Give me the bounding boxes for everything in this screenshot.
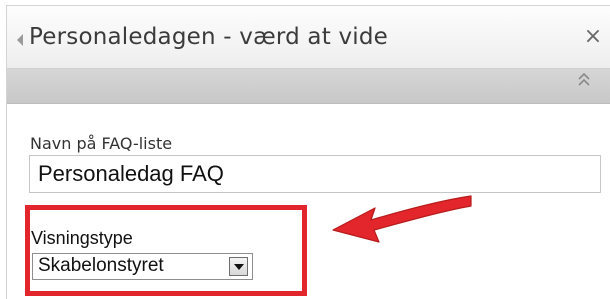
highlight-box	[25, 205, 307, 296]
faq-name-label: Navn på FAQ-liste	[30, 134, 173, 153]
section-bar	[7, 69, 610, 104]
faq-name-value: Personaledag FAQ	[38, 161, 224, 186]
chevron-down-icon[interactable]	[229, 257, 248, 276]
view-type-select[interactable]: Skabelonstyret	[32, 253, 253, 280]
close-icon[interactable]: ×	[582, 24, 604, 50]
faq-name-input[interactable]: Personaledag FAQ	[29, 155, 601, 193]
double-chevron-up-icon[interactable]	[577, 71, 591, 89]
view-type-value: Skabelonstyret	[38, 255, 164, 276]
triangle-left-icon[interactable]	[17, 34, 23, 46]
red-arrow-icon	[332, 195, 472, 243]
pane-header: Personaledagen - værd at vide ×	[7, 6, 610, 69]
pane-title: Personaledagen - værd at vide	[29, 24, 388, 50]
view-type-label: Visningstype	[31, 228, 133, 248]
